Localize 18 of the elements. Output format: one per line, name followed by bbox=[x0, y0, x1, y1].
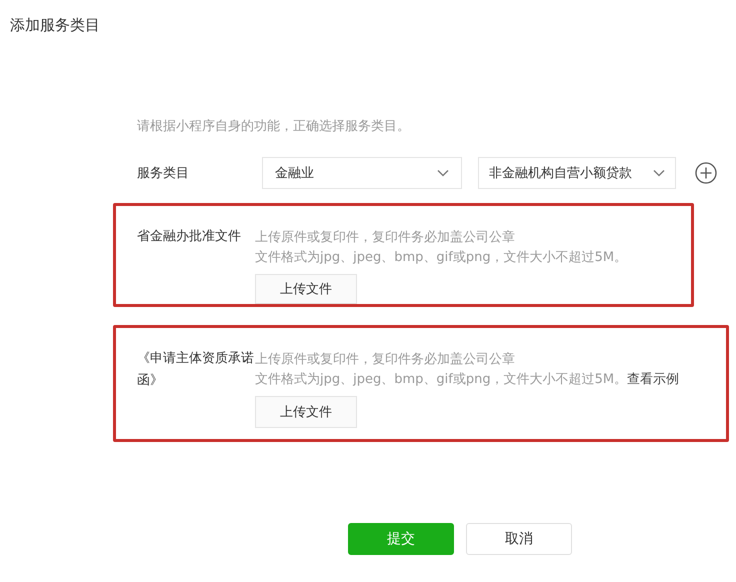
upload-button[interactable]: 上传文件 bbox=[255, 396, 357, 428]
cancel-button[interactable]: 取消 bbox=[466, 523, 572, 555]
document-label: 省金融办批准文件 bbox=[137, 228, 242, 246]
example-link[interactable]: 查看示例 bbox=[627, 372, 680, 387]
dropdown[interactable]: 非金融机构自营小额贷款 bbox=[478, 157, 676, 189]
add-icon[interactable] bbox=[695, 162, 717, 184]
requirement-text: 上传原件或复印件，复印件务必加盖公司公章 bbox=[255, 229, 515, 247]
document-label: 《申请主体资质承诺函》 bbox=[137, 350, 255, 390]
dialog-title: 添加服务类目 bbox=[10, 16, 100, 35]
field-label: 服务类目 bbox=[137, 165, 190, 182]
chevron-down-icon bbox=[437, 169, 449, 177]
format-text: 文件格式为jpg、jpeg、bmp、gif或png，文件大小不超过5M。 bbox=[255, 250, 628, 265]
dropdown[interactable]: 金融业 bbox=[262, 157, 462, 189]
hint-text: 请根据小程序自身的功能，正确选择服务类目。 bbox=[137, 118, 411, 135]
chevron-down-icon bbox=[653, 169, 665, 177]
upload-button[interactable]: 上传文件 bbox=[255, 274, 357, 304]
format-text: 文件格式为jpg、jpeg、bmp、gif或png，文件大小不超过5M。 bbox=[255, 372, 628, 387]
requirement-text: 上传原件或复印件，复印件务必加盖公司公章 bbox=[255, 351, 515, 369]
